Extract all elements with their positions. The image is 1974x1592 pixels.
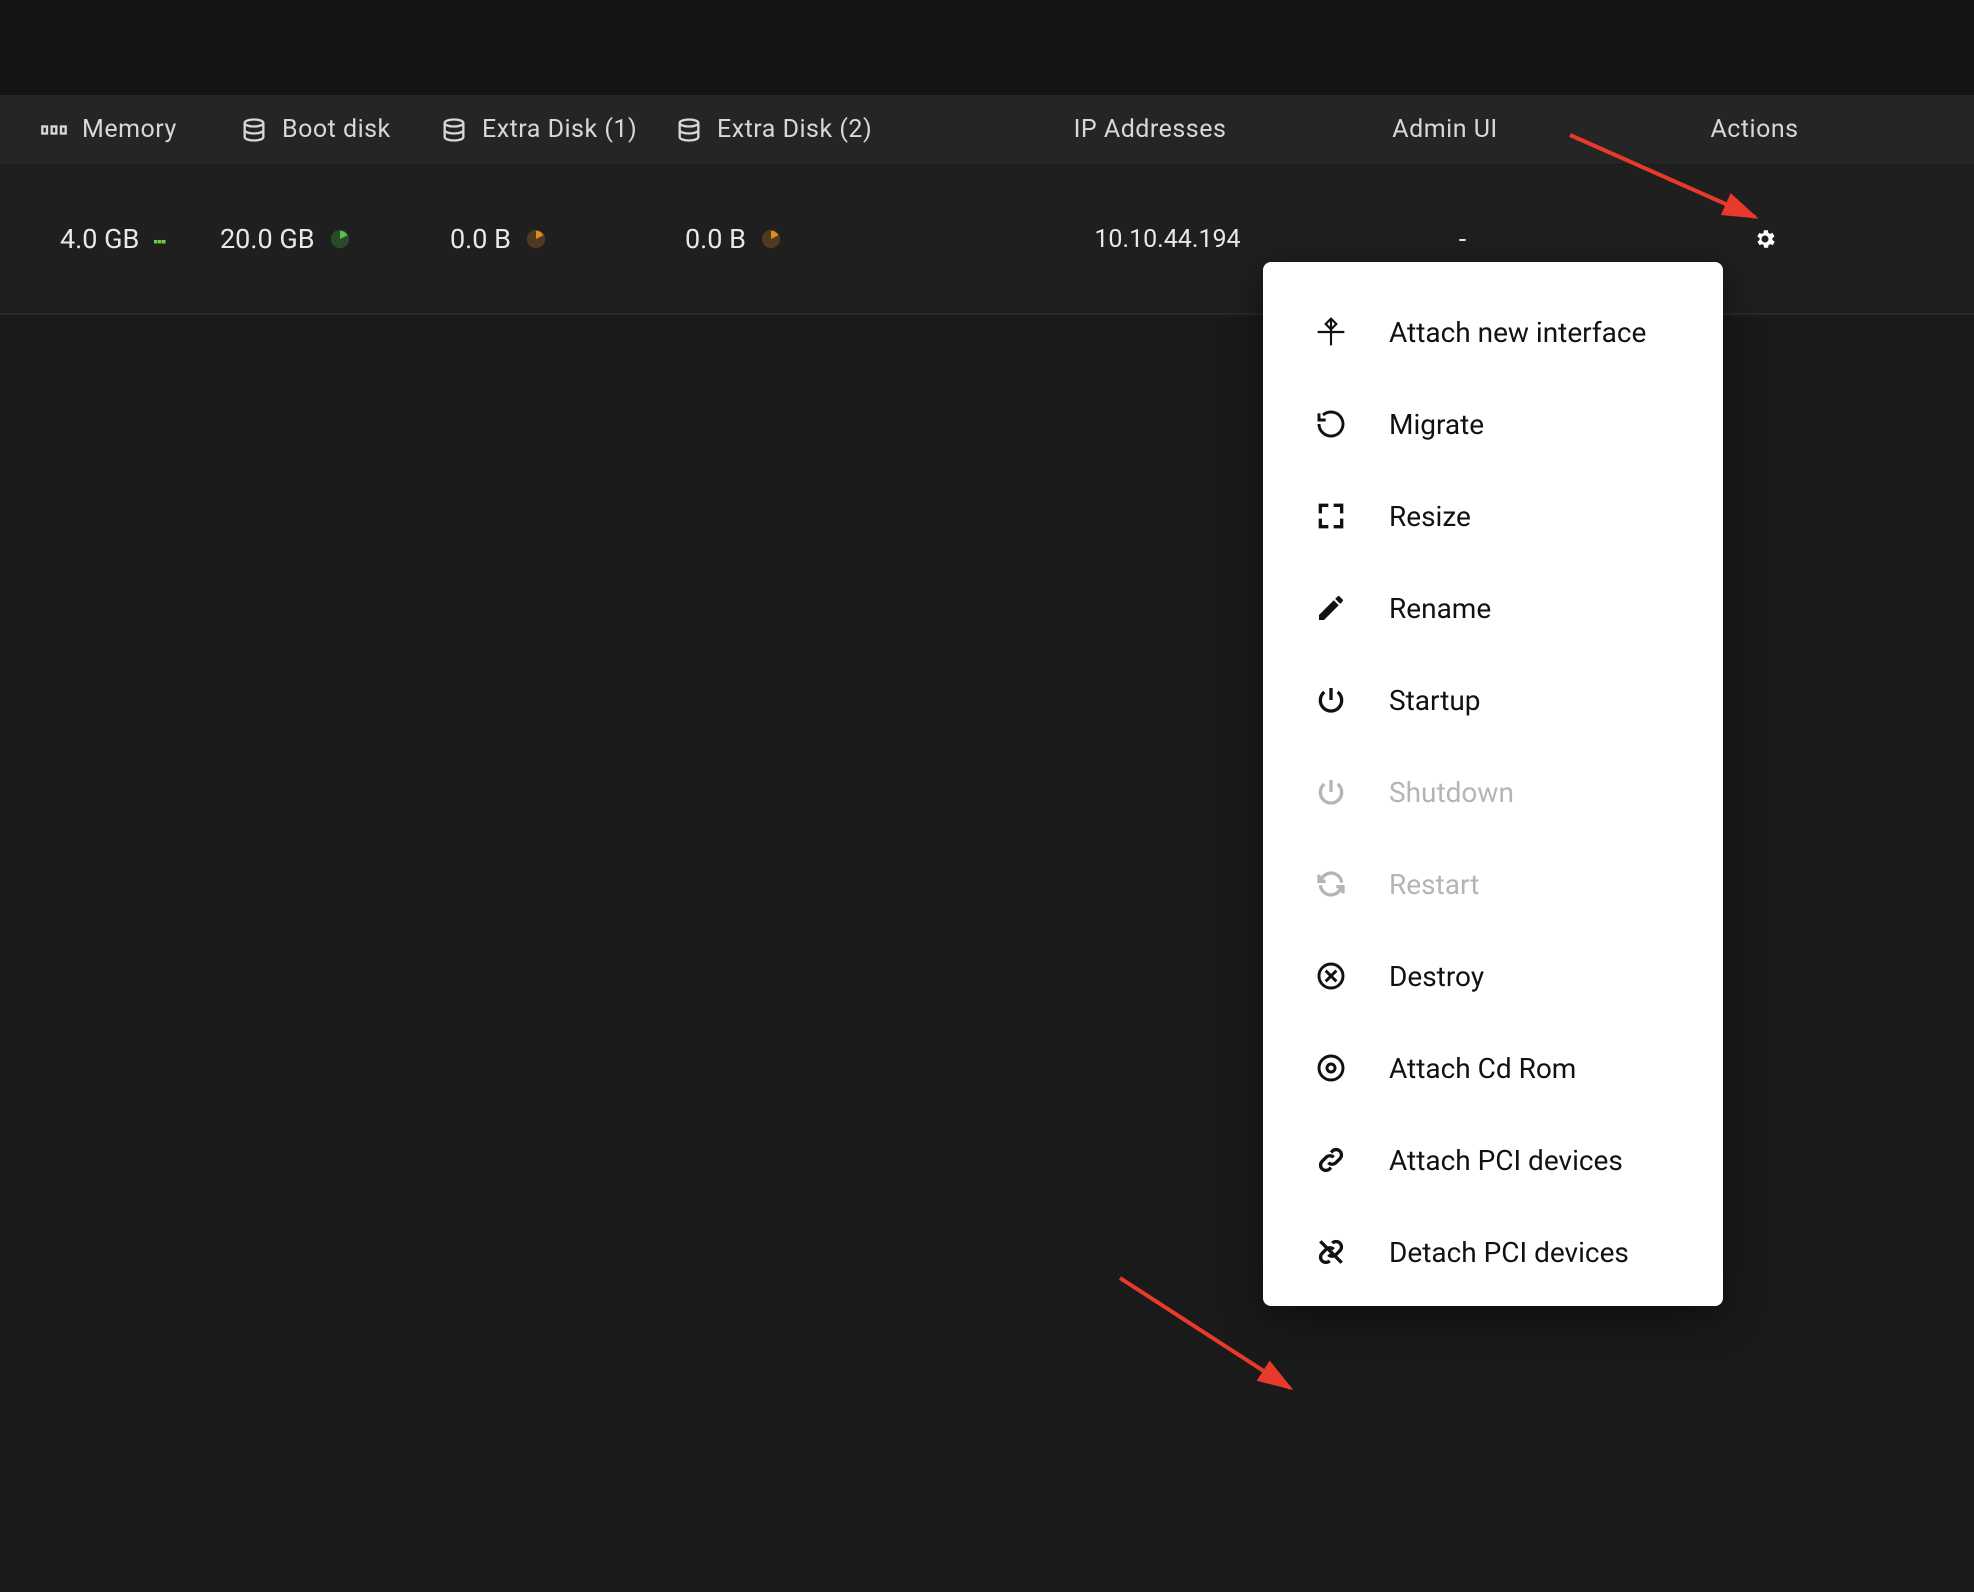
ip-value: 10.10.44.194 xyxy=(1094,225,1240,254)
power-icon xyxy=(1313,682,1349,718)
menu-label: Attach new interface xyxy=(1389,316,1646,349)
gear-icon[interactable] xyxy=(1753,227,1777,251)
header-extra-disk-1: Extra Disk (1) xyxy=(440,115,675,144)
menu-startup[interactable]: Startup xyxy=(1263,654,1723,746)
header-boot-disk: Boot disk xyxy=(240,115,440,144)
refresh-icon xyxy=(1313,866,1349,902)
menu-shutdown: Shutdown xyxy=(1263,746,1723,838)
memory-value: 4.0 GB xyxy=(60,223,139,255)
gauge-orange-icon xyxy=(760,228,782,250)
menu-rename[interactable]: Rename xyxy=(1263,562,1723,654)
header-admin-label: Admin UI xyxy=(1392,115,1497,144)
header-actions: Actions xyxy=(1575,115,1934,144)
gauge-orange-icon xyxy=(525,228,547,250)
cell-extra-disk-2: 0.0 B xyxy=(685,223,1005,255)
cdrom-icon xyxy=(1313,1050,1349,1086)
menu-attach-pci[interactable]: Attach PCI devices xyxy=(1263,1114,1723,1206)
gauge-green-icon xyxy=(329,228,351,250)
cell-memory: 4.0 GB ▪▪▪ xyxy=(40,223,220,255)
menu-restart: Restart xyxy=(1263,838,1723,930)
menu-migrate[interactable]: Migrate xyxy=(1263,378,1723,470)
menu-label: Restart xyxy=(1389,868,1479,901)
header-extra2-label: Extra Disk (2) xyxy=(717,115,872,144)
link-icon xyxy=(1313,1142,1349,1178)
unlink-icon xyxy=(1313,1234,1349,1270)
menu-attach-cdrom[interactable]: Attach Cd Rom xyxy=(1263,1022,1723,1114)
header-ip-label: IP Addresses xyxy=(1074,115,1227,144)
attach-interface-icon xyxy=(1313,314,1349,350)
menu-destroy[interactable]: Destroy xyxy=(1263,930,1723,1022)
cell-actions[interactable] xyxy=(1595,227,1934,251)
cell-extra-disk-1: 0.0 B xyxy=(450,223,685,255)
menu-resize[interactable]: Resize xyxy=(1263,470,1723,562)
migrate-icon xyxy=(1313,406,1349,442)
menu-label: Migrate xyxy=(1389,408,1484,441)
disk-icon xyxy=(240,116,268,144)
table-header: Memory Boot disk Extra Disk (1) Extra Di… xyxy=(0,95,1974,165)
resize-icon xyxy=(1313,498,1349,534)
menu-attach-interface[interactable]: Attach new interface xyxy=(1263,286,1723,378)
menu-label: Shutdown xyxy=(1389,776,1514,809)
menu-label: Attach Cd Rom xyxy=(1389,1052,1576,1085)
header-ip: IP Addresses xyxy=(985,115,1315,144)
header-boot-label: Boot disk xyxy=(282,115,391,144)
cell-ip: 10.10.44.194 xyxy=(1005,225,1330,254)
extra1-value: 0.0 B xyxy=(450,223,511,255)
header-memory: Memory xyxy=(40,115,240,144)
power-icon xyxy=(1313,774,1349,810)
cell-admin-ui: - xyxy=(1330,223,1595,255)
disk-icon xyxy=(440,116,468,144)
header-memory-label: Memory xyxy=(82,115,177,144)
memory-status-icon: ▪▪▪ xyxy=(153,233,165,250)
memory-icon xyxy=(40,116,68,144)
menu-label: Destroy xyxy=(1389,960,1484,993)
menu-label: Detach PCI devices xyxy=(1389,1236,1629,1269)
boot-value: 20.0 GB xyxy=(220,223,315,255)
admin-value: - xyxy=(1459,223,1466,255)
header-extra1-label: Extra Disk (1) xyxy=(482,115,637,144)
menu-label: Startup xyxy=(1389,684,1481,717)
menu-label: Rename xyxy=(1389,592,1491,625)
extra2-value: 0.0 B xyxy=(685,223,746,255)
cell-boot-disk: 20.0 GB xyxy=(220,223,450,255)
menu-label: Resize xyxy=(1389,500,1471,533)
pencil-icon xyxy=(1313,590,1349,626)
disk-icon xyxy=(675,116,703,144)
header-actions-label: Actions xyxy=(1710,115,1798,144)
destroy-icon xyxy=(1313,958,1349,994)
actions-menu: Attach new interface Migrate Resize Rena… xyxy=(1263,262,1723,1306)
header-extra-disk-2: Extra Disk (2) xyxy=(675,115,985,144)
top-spacer xyxy=(0,0,1974,95)
menu-label: Attach PCI devices xyxy=(1389,1144,1623,1177)
menu-detach-pci[interactable]: Detach PCI devices xyxy=(1263,1206,1723,1298)
header-admin-ui: Admin UI xyxy=(1315,115,1575,144)
